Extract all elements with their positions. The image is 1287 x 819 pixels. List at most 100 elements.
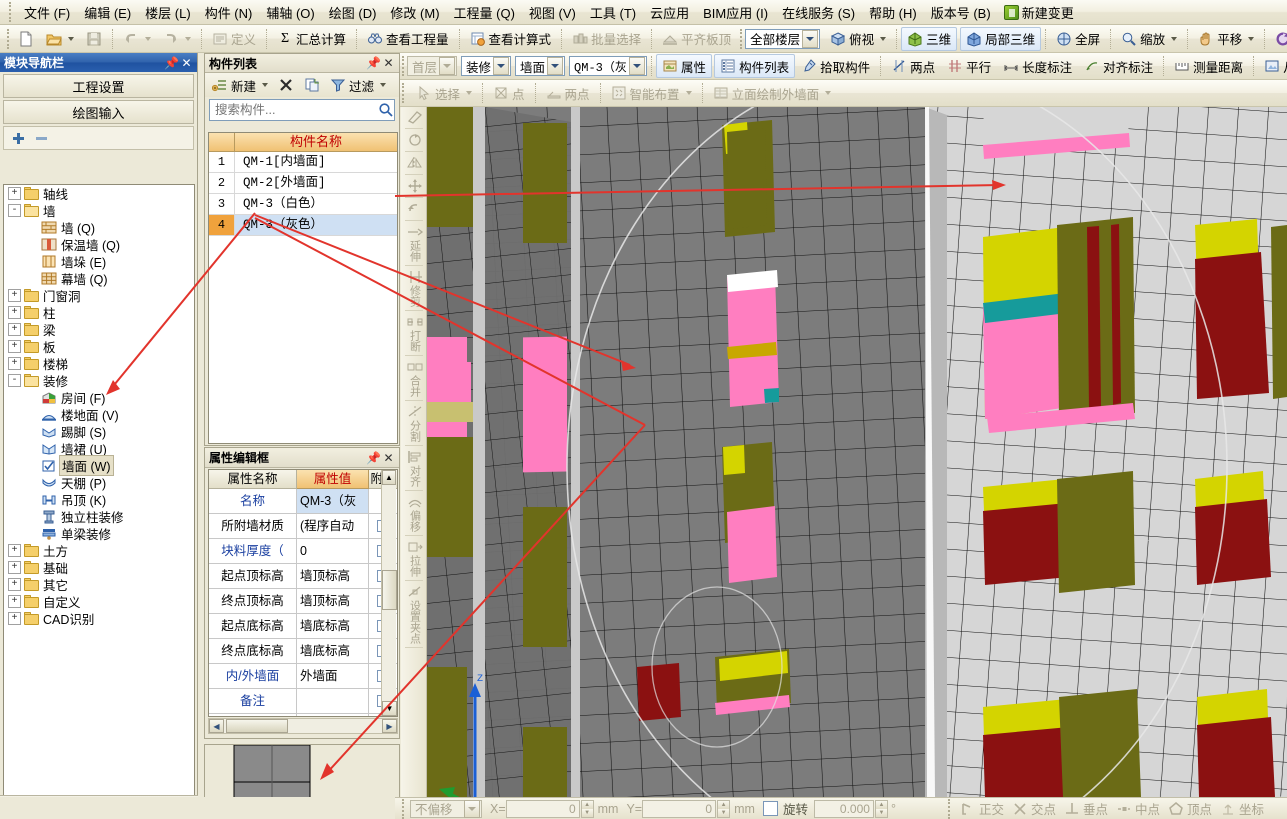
context-toolbar-gripper[interactable] [402, 56, 404, 76]
side-tool-set-grip-icon[interactable]: 设置夹点 [401, 582, 426, 646]
open-dropdown-caret[interactable] [68, 36, 74, 41]
menu-item-modify[interactable]: 修改 (M) [383, 0, 446, 25]
measure-distance-button[interactable]: 测量距离 [1168, 54, 1249, 78]
floor-select[interactable]: 全部楼层 [745, 28, 821, 49]
tree-expander[interactable]: + [8, 544, 21, 557]
menu-item-cloud[interactable]: 云应用 [643, 0, 696, 25]
side-tool-stretch-icon[interactable]: 拉伸 [401, 537, 426, 579]
local-three-d-button[interactable]: 局部三维 [960, 26, 1042, 51]
tree-item-20[interactable]: 单梁装修 [4, 525, 194, 542]
menu-item-draw[interactable]: 绘图 (D) [322, 0, 384, 25]
property-row[interactable]: 名称 QM-3（灰 [209, 489, 397, 514]
pin-icon[interactable]: 📌 [164, 56, 179, 70]
component-row[interactable]: 3 QM-3（白色） [209, 194, 397, 215]
x-input[interactable]: 0 [505, 799, 580, 818]
menu-item-component[interactable]: 构件 (N) [198, 0, 260, 25]
tree-item-22[interactable]: + 基础 [4, 559, 194, 576]
tree-item-2[interactable]: 墙 (Q) [4, 219, 194, 236]
tree-item-11[interactable]: - 装修 [4, 372, 194, 389]
copy-component-button[interactable] [300, 73, 324, 97]
tree-item-13[interactable]: 楼地面 (V) [4, 406, 194, 423]
menu-item-file[interactable]: 文件 (F) [17, 0, 77, 25]
menu-item-quantity[interactable]: 工程量 (Q) [447, 0, 522, 25]
attribute-button[interactable]: 属性 [656, 54, 713, 78]
snap-perpendicular-button[interactable]: 垂点 [1060, 798, 1112, 819]
close-icon[interactable]: ✕ [179, 56, 194, 70]
hscroll-thumb[interactable] [226, 719, 288, 733]
category-combo-caret[interactable] [493, 57, 510, 75]
side-tool-mirror-icon[interactable] [401, 153, 426, 173]
tree-expander[interactable]: + [8, 187, 21, 200]
scroll-left-arrow-icon[interactable]: ◀ [209, 719, 224, 733]
subcategory-combo-caret[interactable] [547, 57, 564, 75]
delete-component-button[interactable] [274, 73, 298, 97]
modify-tools-strip[interactable]: 延伸 修剪 打断 合并 分割 对齐 偏移 拉伸 设置夹点 [401, 107, 427, 797]
three-d-button[interactable]: 三维 [901, 26, 958, 51]
category-combo[interactable]: 装修 [461, 56, 512, 76]
new-file-button[interactable] [12, 27, 40, 51]
side-tool-offset-icon[interactable]: 偏移 [401, 492, 426, 534]
tree-expander[interactable]: + [8, 323, 21, 336]
snap-vertex-button[interactable]: 顶点 [1164, 798, 1216, 819]
property-row[interactable]: 起点顶标高 墙顶标高 [209, 564, 397, 589]
tree-item-17[interactable]: 天棚 (P) [4, 474, 194, 491]
tree-expander[interactable]: + [8, 561, 21, 574]
flush-slab-top-button[interactable]: 平齐板顶 [656, 27, 737, 51]
tree-item-10[interactable]: + 楼梯 [4, 355, 194, 372]
property-table[interactable]: 属性名称 属性值 附加 名称QM-3（灰所附墙材质(程序自动块料厚度（0起点顶标… [208, 469, 398, 717]
new-change-button[interactable]: 新建变更 [998, 1, 1080, 24]
component-row[interactable]: 1 QM-1[内墙面] [209, 152, 397, 173]
side-tool-align-icon[interactable]: 对齐 [401, 447, 426, 489]
y-input[interactable]: 0 [642, 799, 717, 818]
tree-item-14[interactable]: 踢脚 (S) [4, 423, 194, 440]
floor-combo-caret[interactable] [439, 57, 456, 75]
rotate-input[interactable]: 0.000 [813, 799, 874, 818]
minus-icon[interactable] [33, 130, 50, 147]
plus-icon[interactable] [10, 130, 27, 147]
property-row-value[interactable]: 墙顶标高 [297, 564, 369, 589]
draw-toolbar-gripper[interactable] [402, 83, 407, 103]
property-row[interactable]: 块料厚度（ 0 [209, 539, 397, 564]
property-row-value[interactable]: 0 [297, 539, 369, 564]
property-row[interactable]: 起点底标高 墙底标高 [209, 614, 397, 639]
filter-button[interactable]: 过滤 [326, 73, 390, 97]
from-model-button[interactable]: 从模型提 [1258, 54, 1287, 78]
search-input[interactable] [213, 102, 378, 118]
tree-item-3[interactable]: 保温墙 (Q) [4, 236, 194, 253]
menu-item-view[interactable]: 视图 (V) [522, 0, 583, 25]
scroll-thumb[interactable] [382, 570, 397, 610]
side-tool-brush-icon[interactable] [401, 107, 426, 127]
project-settings-button[interactable]: 工程设置 [3, 74, 194, 98]
open-file-button[interactable] [40, 27, 80, 51]
tree-expander[interactable]: - [8, 204, 21, 217]
property-vscrollbar[interactable]: ▲ ▼ [381, 470, 397, 716]
scroll-up-arrow-icon[interactable]: ▲ [382, 470, 396, 485]
component-row[interactable]: 2 QM-2[外墙面] [209, 173, 397, 194]
tree-expander[interactable]: + [8, 595, 21, 608]
property-row[interactable]: 备注 [209, 689, 397, 714]
property-row[interactable]: 内/外墙面 外墙面 [209, 664, 397, 689]
property-hscrollbar[interactable]: ◀ ▶ [208, 718, 398, 734]
zoom-button[interactable]: 缩放 [1115, 27, 1183, 51]
three-d-viewport[interactable]: Z [427, 107, 1287, 797]
tree-item-9[interactable]: + 板 [4, 338, 194, 355]
tree-item-5[interactable]: 幕墙 (Q) [4, 270, 194, 287]
component-row[interactable]: 4 QM-3（灰色） [209, 215, 397, 236]
property-row[interactable]: 终点底标高 墙底标高 [209, 639, 397, 664]
menu-item-edit[interactable]: 编辑 (E) [77, 0, 138, 25]
property-group-row[interactable]: +计算属性 [209, 714, 397, 716]
menu-item-online-service[interactable]: 在线服务 (S) [775, 0, 862, 25]
tree-expander[interactable]: + [8, 578, 21, 591]
property-row-value[interactable]: 外墙面 [297, 664, 369, 689]
menu-item-help[interactable]: 帮助 (H) [862, 0, 924, 25]
tree-expander[interactable]: + [8, 289, 21, 302]
status-gripper[interactable] [402, 798, 407, 819]
save-button[interactable] [80, 27, 108, 51]
tree-item-8[interactable]: + 梁 [4, 321, 194, 338]
point-tool-button[interactable]: 点 [487, 81, 531, 105]
side-tool-move-icon[interactable] [401, 176, 426, 196]
snap-intersection-button[interactable]: 交点 [1008, 798, 1060, 819]
toolbar-gripper-1[interactable] [7, 28, 9, 49]
menu-item-version[interactable]: 版本号 (B) [924, 0, 998, 25]
scroll-down-arrow-icon[interactable]: ▼ [382, 701, 397, 716]
